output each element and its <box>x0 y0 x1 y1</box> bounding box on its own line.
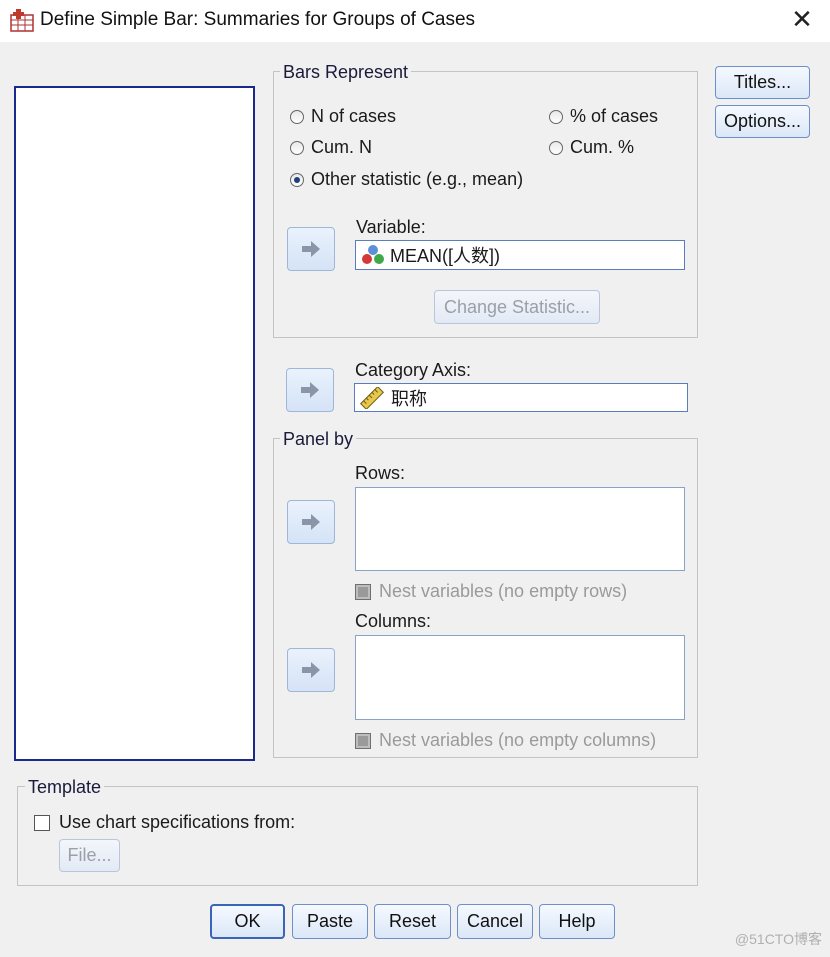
radio-percent-of-cases[interactable]: % of cases <box>549 106 658 127</box>
radio-n-of-cases[interactable]: N of cases <box>290 106 396 127</box>
paste-button[interactable]: Paste <box>292 904 368 939</box>
help-button[interactable]: Help <box>539 904 615 939</box>
arrow-right-icon <box>301 382 319 398</box>
radio-label: Cum. % <box>570 137 635 157</box>
change-statistic-button[interactable]: Change Statistic... <box>434 290 600 324</box>
arrow-right-icon <box>302 662 320 678</box>
radio-label: % of cases <box>570 106 659 126</box>
arrow-right-icon <box>302 241 320 257</box>
category-axis-value: 职称 <box>391 388 427 409</box>
rows-list[interactable] <box>355 487 685 571</box>
radio-label: Cum. N <box>311 137 373 157</box>
source-variable-list[interactable] <box>14 86 255 761</box>
radio-indicator-selected <box>290 172 304 187</box>
scale-variable-icon <box>362 245 384 264</box>
columns-list[interactable] <box>355 635 685 720</box>
variable-label: Variable: <box>356 217 426 237</box>
window-title: Define Simple Bar: Summaries for Groups … <box>40 9 476 30</box>
category-axis-label: Category Axis: <box>355 360 472 380</box>
app-icon <box>10 8 34 32</box>
rows-label: Rows: <box>355 463 406 483</box>
nest-rows-label: Nest variables (no empty rows) <box>379 581 628 601</box>
move-to-category-axis-button[interactable] <box>286 368 334 412</box>
file-button[interactable]: File... <box>59 839 120 872</box>
options-button[interactable]: Options... <box>715 105 810 138</box>
cancel-button[interactable]: Cancel <box>457 904 533 939</box>
radio-other-statistic[interactable]: Other statistic (e.g., mean) <box>290 169 523 190</box>
use-chart-spec-checkbox[interactable]: Use chart specifications from: <box>34 812 295 833</box>
radio-indicator <box>549 109 563 124</box>
radio-cum-n[interactable]: Cum. N <box>290 137 372 158</box>
ok-button[interactable]: OK <box>210 904 285 939</box>
radio-label: Other statistic (e.g., mean) <box>311 169 524 189</box>
radio-label: N of cases <box>311 106 397 126</box>
radio-indicator <box>290 140 304 155</box>
panel-by-legend: Panel by <box>280 429 357 450</box>
titles-button[interactable]: Titles... <box>715 66 810 99</box>
move-to-columns-button[interactable] <box>287 648 335 692</box>
radio-cum-percent[interactable]: Cum. % <box>549 137 634 158</box>
variable-field[interactable]: MEAN([人数]) <box>355 240 685 270</box>
checkbox-box <box>355 732 371 749</box>
template-legend: Template <box>25 777 105 798</box>
nest-rows-checkbox[interactable]: Nest variables (no empty rows) <box>355 581 627 602</box>
checkbox-box <box>355 583 371 600</box>
radio-indicator <box>549 140 563 155</box>
use-chart-spec-label: Use chart specifications from: <box>59 812 296 832</box>
close-icon[interactable]: ✕ <box>786 4 818 36</box>
nest-columns-label: Nest variables (no empty columns) <box>379 730 657 750</box>
move-to-variable-button[interactable] <box>287 227 335 271</box>
template-group <box>17 786 698 886</box>
ruler-variable-icon <box>359 386 385 409</box>
nest-columns-checkbox[interactable]: Nest variables (no empty columns) <box>355 730 656 751</box>
columns-label: Columns: <box>355 611 432 631</box>
bars-represent-legend: Bars Represent <box>280 62 412 83</box>
move-to-rows-button[interactable] <box>287 500 335 544</box>
reset-button[interactable]: Reset <box>374 904 451 939</box>
radio-indicator <box>290 109 304 124</box>
category-axis-field[interactable]: 职称 <box>354 383 688 412</box>
variable-value: MEAN([人数]) <box>390 246 500 266</box>
watermark: @51CTO博客 <box>734 931 822 947</box>
arrow-right-icon <box>302 514 320 530</box>
checkbox-box <box>34 814 50 831</box>
